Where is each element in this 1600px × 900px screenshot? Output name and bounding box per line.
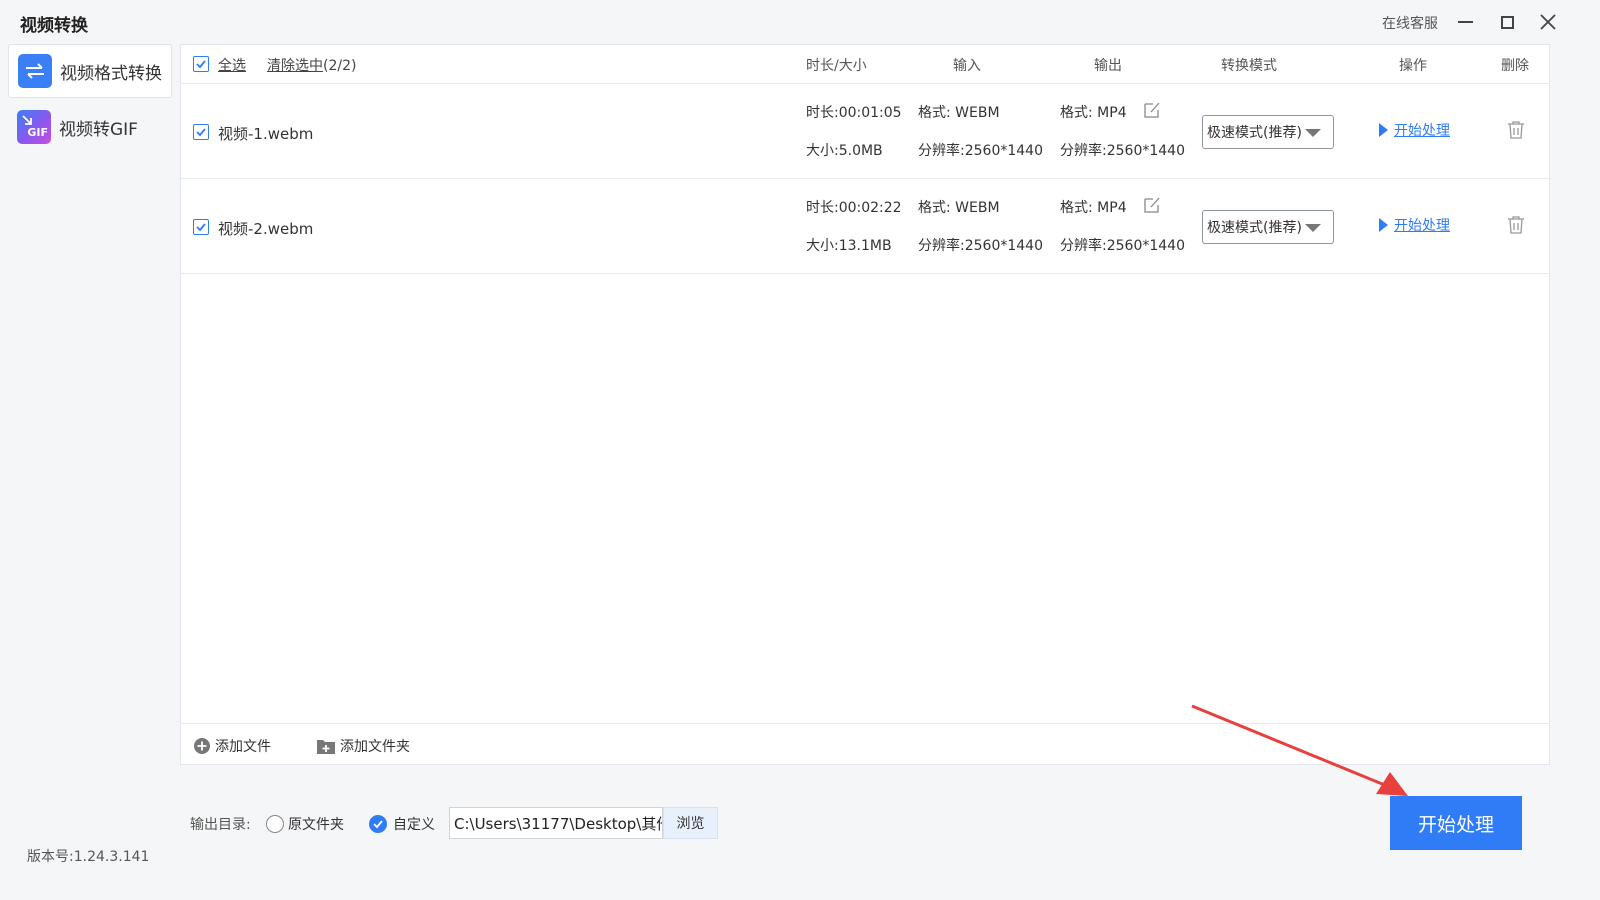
custom-folder-label[interactable]: 自定义 xyxy=(393,814,435,834)
input-resolution: 分辨率:2560*1440 xyxy=(918,143,1043,159)
select-all-checkbox[interactable] xyxy=(193,56,209,72)
close-button[interactable] xyxy=(1534,8,1562,36)
annotation-arrow-icon xyxy=(1191,704,1408,796)
file-size: 大小:5.0MB xyxy=(806,143,883,159)
column-header-output: 输出 xyxy=(1094,58,1122,74)
output-format: 格式: MP4 xyxy=(1060,105,1127,121)
check-icon xyxy=(196,128,206,137)
start-process-label: 开始处理 xyxy=(1394,218,1450,234)
play-icon xyxy=(1379,218,1388,232)
app-title: 视频转换 xyxy=(20,16,88,36)
sidebar-item-label: 视频格式转换 xyxy=(60,63,162,84)
sidebar-item-video-format-convert[interactable]: 视频格式转换 xyxy=(8,44,172,98)
input-resolution: 分辨率:2560*1440 xyxy=(918,238,1043,254)
online-service-link[interactable]: 在线客服 xyxy=(1382,13,1438,33)
title-bar: 视频转换 在线客服 xyxy=(0,0,1600,44)
output-path-input[interactable] xyxy=(449,807,663,839)
add-folder-button[interactable]: 添加文件夹 xyxy=(316,736,410,756)
convert-arrows-icon xyxy=(18,54,52,88)
file-name: 视频-2.webm xyxy=(218,220,314,238)
row-checkbox[interactable] xyxy=(193,124,209,140)
column-header-action: 操作 xyxy=(1399,58,1427,74)
edit-icon[interactable] xyxy=(1143,101,1161,119)
table-row: 视频-1.webm 时长:00:01:05 大小:5.0MB 格式: WEBM … xyxy=(181,84,1549,179)
file-list-panel: 全选 清除选中(2/2) 时长/大小 输入 输出 转换模式 操作 删除 视频-1… xyxy=(180,44,1550,765)
output-directory-label: 输出目录: xyxy=(190,817,251,833)
play-icon xyxy=(1379,123,1388,137)
file-duration: 时长:00:02:22 xyxy=(806,200,902,216)
radio-custom-folder[interactable] xyxy=(369,815,387,833)
add-folder-label: 添加文件夹 xyxy=(340,739,410,755)
check-icon xyxy=(196,60,206,69)
close-icon xyxy=(1540,14,1556,30)
maximize-button[interactable] xyxy=(1493,8,1521,36)
chevron-down-icon xyxy=(1305,129,1321,137)
add-folder-icon xyxy=(317,739,335,754)
start-process-label: 开始处理 xyxy=(1394,123,1450,139)
output-resolution: 分辨率:2560*1440 xyxy=(1060,143,1185,159)
column-header-delete: 删除 xyxy=(1501,58,1529,74)
minimize-icon xyxy=(1457,21,1473,23)
start-process-button[interactable]: 开始处理 xyxy=(1390,796,1522,850)
column-header-input: 输入 xyxy=(953,58,981,74)
trash-icon[interactable] xyxy=(1507,120,1525,140)
sidebar-item-label: 视频转GIF xyxy=(59,119,138,140)
conversion-mode-select[interactable]: 极速模式(推荐) xyxy=(1202,210,1334,244)
radio-original-folder[interactable] xyxy=(266,815,284,833)
file-duration: 时长:00:01:05 xyxy=(806,105,902,121)
edit-icon[interactable] xyxy=(1143,196,1161,214)
start-process-link[interactable]: 开始处理 xyxy=(1379,215,1450,235)
sidebar: 视频格式转换 GIF 视频转GIF xyxy=(0,44,176,900)
plus-circle-icon xyxy=(194,738,210,754)
gif-icon-text: GIF xyxy=(27,126,48,139)
output-resolution: 分辨率:2560*1440 xyxy=(1060,238,1185,254)
add-file-button[interactable]: 添加文件 xyxy=(193,736,271,756)
conversion-mode-value: 极速模式(推荐) xyxy=(1207,220,1302,236)
original-folder-label[interactable]: 原文件夹 xyxy=(288,814,344,834)
file-name: 视频-1.webm xyxy=(218,125,314,143)
check-icon xyxy=(196,223,206,232)
maximize-icon xyxy=(1500,15,1514,29)
clear-selected-label: 清除选中 xyxy=(267,58,323,74)
table-row: 视频-2.webm 时长:00:02:22 大小:13.1MB 格式: WEBM… xyxy=(181,179,1549,274)
chevron-down-icon xyxy=(1305,224,1321,232)
trash-icon[interactable] xyxy=(1507,215,1525,235)
conversion-mode-select[interactable]: 极速模式(推荐) xyxy=(1202,115,1334,149)
add-file-label: 添加文件 xyxy=(215,739,271,755)
browse-button[interactable]: 浏览 xyxy=(663,807,718,839)
gif-icon: GIF xyxy=(17,110,51,144)
table-header: 全选 清除选中(2/2) 时长/大小 输入 输出 转换模式 操作 删除 xyxy=(181,45,1549,84)
sidebar-item-video-to-gif[interactable]: GIF 视频转GIF xyxy=(8,100,172,154)
minimize-button[interactable] xyxy=(1451,8,1479,36)
input-format: 格式: WEBM xyxy=(918,105,1000,121)
column-header-mode: 转换模式 xyxy=(1221,58,1277,74)
start-process-link[interactable]: 开始处理 xyxy=(1379,120,1450,140)
check-icon xyxy=(373,820,383,829)
column-header-duration-size: 时长/大小 xyxy=(806,58,867,74)
conversion-mode-value: 极速模式(推荐) xyxy=(1207,125,1302,141)
file-size: 大小:13.1MB xyxy=(806,238,892,254)
output-format: 格式: MP4 xyxy=(1060,200,1127,216)
version-label: 版本号:1.24.3.141 xyxy=(27,849,150,865)
row-checkbox[interactable] xyxy=(193,219,209,235)
select-all-link[interactable]: 全选 xyxy=(218,55,246,75)
selected-count: (2/2) xyxy=(323,58,357,74)
input-format: 格式: WEBM xyxy=(918,200,1000,216)
clear-selected-link[interactable]: 清除选中(2/2) xyxy=(267,55,356,75)
